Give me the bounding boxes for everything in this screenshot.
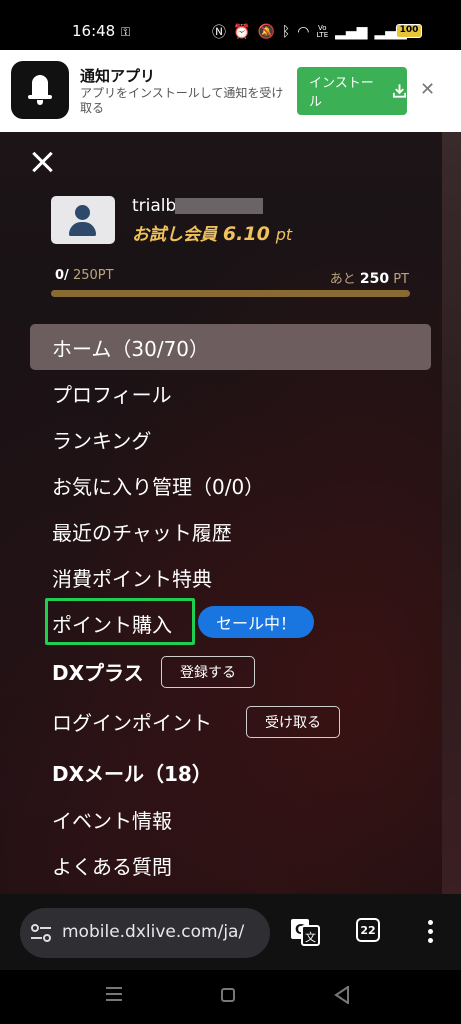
menu-item-spending-bonus[interactable]: 消費ポイント特典 <box>52 563 212 592</box>
wifi-icon: ◠ <box>297 24 310 40</box>
recent-apps-icon[interactable] <box>106 987 122 1001</box>
progress-remaining: あと 250 PT <box>330 268 409 287</box>
volte-icon: Vo LTE <box>316 24 329 39</box>
member-points-unit: pt <box>275 225 293 244</box>
status-time: 16:48 <box>72 22 116 40</box>
member-points: 6.10 <box>222 223 270 245</box>
menu-close-icon[interactable] <box>30 150 54 174</box>
menu-item-dx-plus[interactable]: DXプラス <box>52 657 144 686</box>
sale-badge[interactable]: セール中！ <box>198 606 314 638</box>
remaining-value: 250 <box>359 271 390 287</box>
menu-item-ranking[interactable]: ランキング <box>52 425 151 454</box>
bell-app-icon <box>11 61 69 119</box>
remaining-prefix: あと <box>329 272 356 287</box>
menu-item-buy-points[interactable]: ポイント購入 <box>52 609 172 638</box>
more-options-icon[interactable] <box>420 918 440 946</box>
vpn-key-icon: ⚿ <box>121 25 131 39</box>
status-bar: 16:48 ⚿ Ⓝ ⏰ 🔕 ᛒ ◠ Vo LTE ▂▄▆ ▂▄▆ 100 <box>0 0 461 50</box>
tab-switcher-icon[interactable]: 22 <box>356 918 380 942</box>
banner-subtitle: アプリをインストールして通知を受け取る <box>80 86 284 115</box>
battery-icon: 100 <box>396 24 422 38</box>
progress-goal: 250PT <box>72 268 114 283</box>
receive-button[interactable]: 受け取る <box>246 706 340 738</box>
menu-item-events[interactable]: イベント情報 <box>52 805 172 834</box>
banner-title: 通知アプリ <box>80 67 156 85</box>
site-settings-icon[interactable] <box>30 923 52 943</box>
alarm-icon: ⏰ <box>233 24 251 40</box>
menu-item-faq[interactable]: よくある質問 <box>52 851 172 880</box>
menu-item-dx-mail[interactable]: DXメール（18） <box>52 758 212 787</box>
menu-item-recent-chats[interactable]: 最近のチャット履歴 <box>52 517 232 546</box>
progress-current-value: 0/ <box>55 268 69 283</box>
url-bar[interactable]: mobile.dxlive.com/ja/ <box>20 908 270 958</box>
back-icon[interactable] <box>334 986 350 1004</box>
install-banner: 通知アプリ アプリをインストールして通知を受け取る インストール ✕ <box>0 50 461 132</box>
url-text: mobile.dxlive.com/ja/ <box>62 922 245 942</box>
avatar[interactable] <box>51 196 115 244</box>
progress-current: 0/ 250PT <box>55 268 114 283</box>
signal-icon: ▂▄▆ <box>335 24 368 40</box>
member-status: お試し会員 6.10 pt <box>132 220 292 245</box>
status-icons: Ⓝ ⏰ 🔕 ᛒ ◠ Vo LTE ▂▄▆ ▂▄▆ <box>212 22 407 42</box>
member-label: お試し会員 <box>132 225 217 245</box>
username-redaction <box>175 198 263 214</box>
bluetooth-icon: ᛒ <box>281 24 291 40</box>
download-icon <box>392 84 407 98</box>
register-button[interactable]: 登録する <box>161 656 255 688</box>
home-icon[interactable] <box>221 988 235 1002</box>
svg-text:文: 文 <box>305 930 316 944</box>
nfc-icon: Ⓝ <box>212 25 226 41</box>
install-button[interactable]: インストール <box>297 67 407 115</box>
menu-item-profile[interactable]: プロフィール <box>52 379 172 408</box>
menu-item-home[interactable]: ホーム（30/70） <box>52 333 209 362</box>
username: trialb <box>132 196 177 216</box>
remaining-unit: PT <box>393 272 409 287</box>
mute-icon: 🔕 <box>257 24 275 40</box>
install-label: インストール <box>309 76 374 110</box>
points-progress-bar <box>51 290 410 297</box>
menu-item-favorites[interactable]: お気に入り管理（0/0） <box>52 471 264 500</box>
banner-close-icon[interactable]: ✕ <box>420 79 435 100</box>
menu-item-login-points[interactable]: ログインポイント <box>52 707 212 736</box>
translate-icon[interactable]: G 文 <box>290 918 320 946</box>
